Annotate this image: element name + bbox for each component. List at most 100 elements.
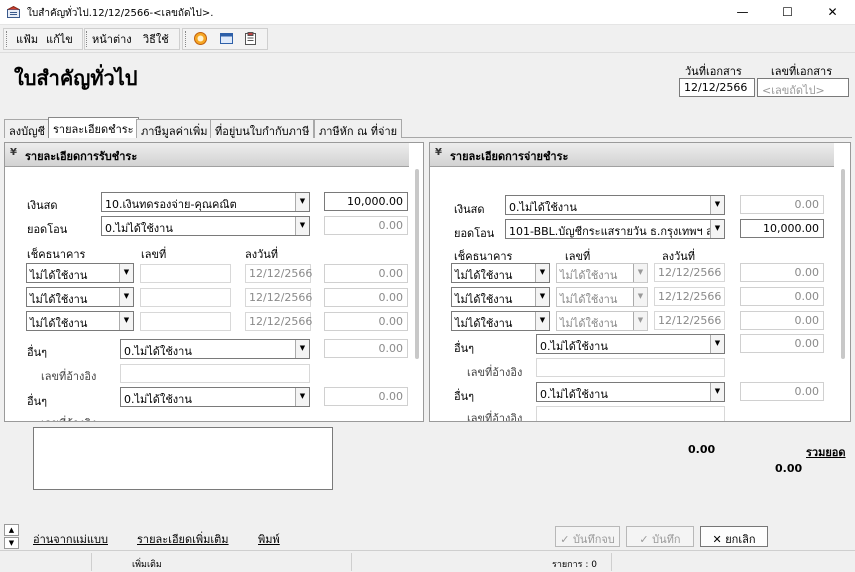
scroll-up-button[interactable]: ▲: [4, 524, 19, 536]
pay-scrollbar[interactable]: [841, 169, 845, 359]
receive-cheque-amount[interactable]: 0.00: [324, 264, 408, 283]
receive-cheque-date-label: ลงวันที่: [245, 248, 279, 261]
receive-panel: ¥ รายละเอียดการรับชำระ เงินสด 10.เงินทดรอ…: [4, 142, 424, 422]
receive-cash-amount[interactable]: 10,000.00: [324, 192, 408, 211]
pay-cheque-amount[interactable]: 0.00: [740, 311, 824, 330]
pay-other2-account-select[interactable]: 0.ไม่ได้ใช้งาน ▼: [536, 382, 725, 402]
chevron-down-icon: ▼: [535, 264, 549, 282]
read-template-link[interactable]: อ่านจากแม่แบบ: [33, 530, 108, 548]
x-icon: ✕: [712, 533, 726, 546]
receive-cheque-no-input[interactable]: [140, 312, 231, 331]
minimize-button[interactable]: —: [720, 0, 765, 25]
pay-other-account-select[interactable]: 0.ไม่ได้ใช้งาน ▼: [536, 334, 725, 354]
pay-cash-account-select[interactable]: 0.ไม่ได้ใช้งาน ▼: [505, 195, 725, 215]
pay-cheque-bank-select[interactable]: ไม่ได้ใช้งาน ▼: [451, 311, 550, 331]
clipboard-icon[interactable]: [244, 32, 257, 45]
check-icon: ✓: [560, 533, 573, 546]
menu-help[interactable]: วิธีใช้: [143, 30, 169, 48]
pay-other2-amount[interactable]: 0.00: [740, 382, 824, 401]
pay-other-label: อื่นๆ: [454, 342, 475, 355]
pay-ref2-label: เลขที่อ้างอิง: [467, 412, 523, 422]
app-icon: [7, 6, 20, 18]
receive-cheque-amount[interactable]: 0.00: [324, 288, 408, 307]
doc-date-input[interactable]: 12/12/2566: [679, 78, 755, 97]
chevron-down-icon: ▼: [633, 264, 647, 282]
pay-ref-label: เลขที่อ้างอิง: [467, 366, 523, 379]
pay-cash-amount[interactable]: 0.00: [740, 195, 824, 214]
save-close-button[interactable]: ✓ บันทึกจบ: [555, 526, 620, 547]
receive-scrollbar[interactable]: [415, 169, 419, 359]
tab-withholding-tax[interactable]: ภาษีหัก ณ ที่จ่าย: [314, 119, 403, 138]
difference-amount: 0.00: [688, 443, 716, 456]
collapse-chevron-icon: ¥: [435, 147, 442, 158]
pay-cheque-date-input[interactable]: 12/12/2566: [654, 311, 725, 330]
menu-file[interactable]: แฟ้ม: [16, 30, 38, 48]
menu-edit[interactable]: แก้ไข: [46, 30, 73, 48]
pay-panel-title: รายละเอียดการจ่ายชำระ: [450, 150, 569, 163]
total-label-link[interactable]: รวมยอด: [806, 443, 846, 461]
pay-cheque-no-select[interactable]: ไม่ได้ใช้งาน ▼: [556, 311, 648, 331]
tab-posting[interactable]: ลงบัญชี: [4, 119, 50, 138]
toolbar-grip: [185, 31, 188, 47]
pay-cheque-amount[interactable]: 0.00: [740, 263, 824, 282]
receive-cheque-amount[interactable]: 0.00: [324, 312, 408, 331]
receive-cash-account-select[interactable]: 10.เงินทดรองจ่าย-คุณคณิต ▼: [101, 192, 310, 212]
receive-panel-header[interactable]: ¥ รายละเอียดการรับชำระ: [5, 143, 409, 167]
pay-cheque-bank-select[interactable]: ไม่ได้ใช้งาน ▼: [451, 287, 550, 307]
pay-transfer-amount[interactable]: 10,000.00: [740, 219, 824, 238]
status-item-count: รายการ : 0: [352, 553, 612, 571]
note-textarea[interactable]: [33, 427, 333, 490]
receive-cheque-bank-select[interactable]: ไม่ได้ใช้งาน ▼: [26, 263, 134, 283]
pay-cheque-date-input[interactable]: 12/12/2566: [654, 263, 725, 282]
receive-cheque-no-input[interactable]: [140, 288, 231, 307]
pay-cheque-date-input[interactable]: 12/12/2566: [654, 287, 725, 306]
chevron-down-icon: ▼: [119, 288, 133, 306]
pay-panel-header[interactable]: ¥ รายละเอียดการจ่ายชำระ: [430, 143, 834, 167]
print-link[interactable]: พิมพ์: [258, 530, 280, 548]
chevron-down-icon: ▼: [119, 264, 133, 282]
receive-other2-label: อื่นๆ: [27, 395, 48, 408]
pay-cheque-amount[interactable]: 0.00: [740, 287, 824, 306]
tab-payment-details[interactable]: รายละเอียดชำระ: [48, 117, 139, 138]
tab-invoice-address[interactable]: ที่อยู่บนใบกำกับภาษี: [210, 119, 315, 138]
orange-circle-icon[interactable]: [194, 32, 207, 45]
blue-window-icon[interactable]: [220, 32, 233, 45]
save-button[interactable]: ✓ บันทึก: [626, 526, 694, 547]
receive-transfer-account-select[interactable]: 0.ไม่ได้ใช้งาน ▼: [101, 216, 310, 236]
pay-cheque-no-select[interactable]: ไม่ได้ใช้งาน ▼: [556, 263, 648, 283]
maximize-button[interactable]: ☐: [765, 0, 810, 25]
receive-cheque-bank-select[interactable]: ไม่ได้ใช้งาน ▼: [26, 311, 134, 331]
receive-cheque-date-input[interactable]: 12/12/2566: [245, 264, 312, 283]
more-details-link[interactable]: รายละเอียดเพิ่มเติม: [137, 530, 229, 548]
receive-cheque-no-input[interactable]: [140, 264, 231, 283]
doc-no-input[interactable]: <เลขถัดไป>: [757, 78, 849, 97]
pay-ref-input[interactable]: [536, 358, 725, 377]
receive-cheque-date-input[interactable]: 12/12/2566: [245, 288, 312, 307]
receive-cheque-label: เช็คธนาคาร: [27, 248, 86, 261]
menu-window[interactable]: หน้าต่าง: [92, 30, 132, 48]
receive-transfer-amount[interactable]: 0.00: [324, 216, 408, 235]
receive-cheque-date-input[interactable]: 12/12/2566: [245, 312, 312, 331]
pay-transfer-account-select[interactable]: 101-BBL.บัญชีกระแสรายวัน ธ.กรุงเทพฯ สา ▼: [505, 219, 725, 239]
pay-cheque-no-select[interactable]: ไม่ได้ใช้งาน ▼: [556, 287, 648, 307]
receive-panel-title: รายละเอียดการรับชำระ: [25, 150, 138, 163]
pay-other-amount[interactable]: 0.00: [740, 334, 824, 353]
status-cell-empty: [0, 553, 92, 571]
cancel-button[interactable]: ✕ ยกเลิก: [700, 526, 768, 547]
receive-other2-amount[interactable]: 0.00: [324, 387, 408, 406]
close-window-button[interactable]: ✕: [810, 0, 855, 25]
receive-cheque-bank-select[interactable]: ไม่ได้ใช้งาน ▼: [26, 287, 134, 307]
scroll-down-button[interactable]: ▼: [4, 537, 19, 549]
pay-cheque-bank-select[interactable]: ไม่ได้ใช้งาน ▼: [451, 263, 550, 283]
receive-other-account-select[interactable]: 0.ไม่ได้ใช้งาน ▼: [120, 339, 310, 359]
chevron-down-icon: ▼: [633, 312, 647, 330]
caret-up-icon: ▲: [8, 526, 15, 534]
chevron-down-icon: ▼: [535, 288, 549, 306]
pay-ref2-input[interactable]: [536, 406, 725, 421]
receive-other2-account-select[interactable]: 0.ไม่ได้ใช้งาน ▼: [120, 387, 310, 407]
status-bar: เพิ่มเติม รายการ : 0: [0, 550, 855, 572]
receive-ref-input[interactable]: [120, 364, 310, 383]
window-title: ใบสำคัญทั่วไป.12/12/2566-<เลขถัดไป>.: [27, 8, 214, 19]
tab-vat[interactable]: ภาษีมูลค่าเพิ่ม: [136, 119, 213, 138]
receive-other-amount[interactable]: 0.00: [324, 339, 408, 358]
